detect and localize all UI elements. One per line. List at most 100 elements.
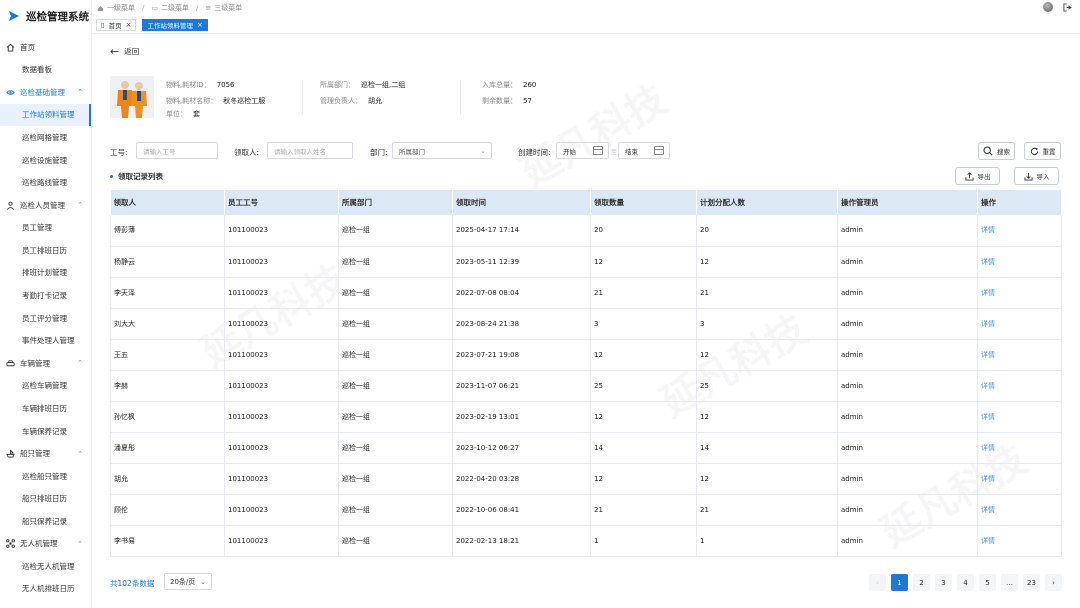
table-cell: 21	[696, 494, 838, 526]
table-row: 刘大大 101100023 巡检一组 2023-08-24 21:38 3 3 admin 详…	[110, 308, 1062, 340]
page-button[interactable]: 5	[979, 574, 996, 591]
prev-page-icon[interactable]: ‹	[869, 574, 886, 591]
search-button[interactable]: 搜索	[978, 142, 1015, 160]
detail-link[interactable]: 详情	[977, 401, 1062, 433]
start-date-input[interactable]: 开始	[556, 142, 609, 159]
department-select[interactable]: 所属部门 ⌄	[392, 142, 492, 159]
detail-link[interactable]: 详情	[977, 308, 1062, 340]
page-button[interactable]: …	[1001, 574, 1018, 591]
table-cell: admin	[837, 463, 978, 495]
detail-link[interactable]: 详情	[977, 370, 1062, 402]
detail-link[interactable]: 详情	[977, 246, 1062, 278]
breadcrumb-item[interactable]: ≡ 三级菜单	[205, 3, 242, 13]
job-no-input[interactable]: 请输入工号	[136, 142, 218, 159]
breadcrumb-item[interactable]: 一级菜单	[97, 3, 135, 13]
column-header: 计划分配人数	[696, 190, 838, 215]
next-page-icon[interactable]: ›	[1045, 574, 1062, 591]
sidebar-group-4[interactable]: 船只管理 ⌃	[0, 442, 91, 465]
table-cell: 2022-02-13 18:21	[452, 525, 591, 557]
sidebar-group-label: 巡检基础管理	[20, 87, 65, 97]
table-cell: 2025-04-17 17:14	[452, 215, 591, 247]
page-button[interactable]: 1	[891, 574, 908, 591]
home-icon	[6, 43, 15, 52]
detail-link[interactable]: 详情	[977, 215, 1062, 247]
sidebar-group-0[interactable]: 首页	[0, 36, 91, 59]
back-button[interactable]: ← 返回	[110, 46, 139, 57]
sidebar-item[interactable]: 数据看板	[0, 59, 91, 82]
sidebar-item[interactable]: 员工评分管理	[0, 307, 91, 330]
page-size-select[interactable]: 20条/页 ⌄	[164, 573, 212, 590]
table-cell: 14	[590, 432, 697, 464]
sidebar-item[interactable]: 巡检车辆管理	[0, 375, 91, 398]
page-button[interactable]: 2	[913, 574, 930, 591]
search-icon	[983, 146, 993, 156]
column-header: 领取数量	[590, 190, 697, 215]
sidebar-item[interactable]: 考勤打卡记录	[0, 284, 91, 307]
export-button[interactable]: 导出	[955, 167, 1000, 185]
end-date-input[interactable]: 结束	[618, 142, 670, 159]
sidebar: 巡检管理系统 首页 数据看板 巡检基础管理 ⌃ 工作站领料管理 巡检网格管理 巡检设施管理巡…	[0, 0, 92, 608]
close-icon[interactable]: ×	[197, 21, 203, 29]
page-button[interactable]: 23	[1023, 574, 1040, 591]
receiver-input[interactable]: 请输入领取人姓名	[267, 142, 353, 159]
import-button[interactable]: 导入	[1014, 167, 1059, 185]
table-cell: 巡检一组	[338, 494, 453, 526]
page-button[interactable]: 4	[957, 574, 974, 591]
sidebar-group-5[interactable]: 无人机管理 ⌃	[0, 533, 91, 556]
sidebar-group-3[interactable]: 车辆管理 ⌃	[0, 352, 91, 375]
table-cell: 李赫	[110, 370, 225, 402]
reset-button[interactable]: 重置	[1024, 142, 1061, 160]
user-avatar[interactable]	[1043, 2, 1053, 12]
table-row: 孙忆枫 101100023 巡检一组 2023-02-19 13:01 12 12 admi…	[110, 401, 1062, 433]
inspection-icon	[6, 88, 15, 97]
table-cell: 12	[590, 339, 697, 371]
table-cell: 12	[590, 401, 697, 433]
table-cell: 2022-07-08 08:04	[452, 277, 591, 309]
list-title: 领取记录列表	[110, 171, 163, 182]
sidebar-item[interactable]: 巡检船只管理	[0, 465, 91, 488]
sidebar-item[interactable]: 事件处理人管理	[0, 329, 91, 352]
detail-link[interactable]: 详情	[977, 339, 1062, 371]
sidebar-item[interactable]: 巡检路线管理	[0, 171, 91, 194]
sidebar-item[interactable]: 车辆保养记录	[0, 420, 91, 443]
sidebar-item[interactable]: 无人机排班日历	[0, 578, 91, 601]
table-cell: 20	[590, 215, 697, 247]
detail-link[interactable]: 详情	[977, 494, 1062, 526]
table-cell: admin	[837, 339, 978, 371]
detail-link[interactable]: 详情	[977, 432, 1062, 464]
sidebar-item[interactable]: 车辆排班日历	[0, 397, 91, 420]
breadcrumb-item[interactable]: ▭ 二级菜单	[151, 3, 189, 13]
sidebar-item[interactable]: 员工管理	[0, 216, 91, 239]
detail-link[interactable]: 详情	[977, 525, 1062, 557]
sidebar-group-label: 巡检人员管理	[20, 200, 65, 210]
calendar-icon	[593, 146, 603, 155]
sidebar-group-2[interactable]: 巡检人员管理 ⌃	[0, 194, 91, 217]
sidebar-group-label: 船只管理	[20, 449, 50, 459]
chevron-down-icon: ⌄	[480, 146, 486, 155]
sidebar-item[interactable]: 巡检设施管理	[0, 149, 91, 172]
sidebar-item[interactable]: 排班计划管理	[0, 262, 91, 285]
detail-link[interactable]: 详情	[977, 277, 1062, 309]
page-button[interactable]: 3	[935, 574, 952, 591]
close-icon[interactable]: ×	[126, 21, 132, 29]
sidebar-item[interactable]: 巡检无人机管理	[0, 555, 91, 578]
job-no-label: 工号:	[110, 148, 128, 157]
sidebar-item[interactable]: 船只保养记录	[0, 510, 91, 533]
table-cell: 12	[590, 246, 697, 278]
logout-icon[interactable]	[1063, 2, 1072, 12]
table-cell: 14	[696, 432, 838, 464]
breadcrumb-separator: /	[195, 4, 199, 12]
table-row: 胡允 101100023 巡检一组 2022-04-20 03:28 12 12 admin…	[110, 463, 1062, 495]
menu-icon: ≡	[205, 4, 212, 12]
detail-link[interactable]: 详情	[977, 463, 1062, 495]
table-cell: 胡允	[110, 463, 225, 495]
sidebar-item[interactable]: 船只排班日历	[0, 487, 91, 510]
table-cell: 王五	[110, 339, 225, 371]
tab-material-management[interactable]: 工作站领料管理 ×	[142, 18, 208, 31]
sidebar-item[interactable]: 员工排班日历	[0, 239, 91, 262]
sidebar-item[interactable]: 巡检网格管理	[0, 126, 91, 149]
sidebar-item[interactable]: 工作站领料管理	[0, 103, 91, 127]
tab-home[interactable]: ▯ 首页 ×	[96, 18, 137, 31]
sidebar-group-1[interactable]: 巡检基础管理 ⌃	[0, 81, 91, 104]
table-cell: 12	[590, 463, 697, 495]
